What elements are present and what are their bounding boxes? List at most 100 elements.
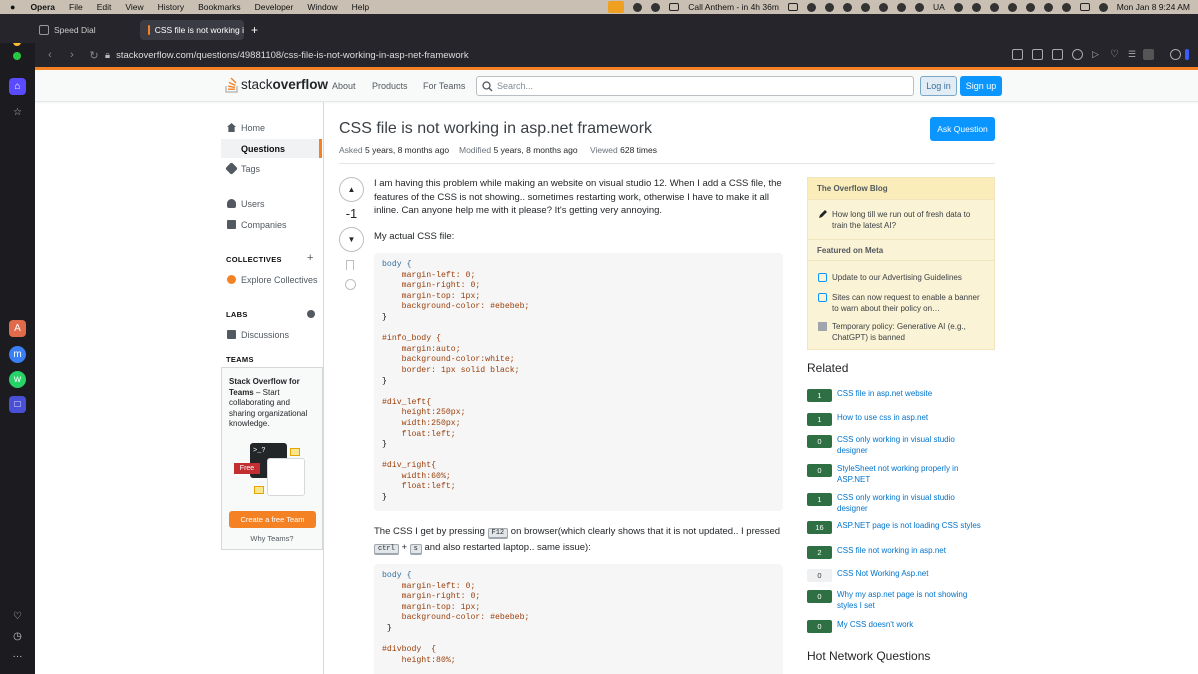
modified-value[interactable]: 5 years, 8 months ago <box>494 145 578 155</box>
bluetooth-icon[interactable] <box>1007 2 1017 12</box>
zoom-window-button[interactable] <box>13 52 21 60</box>
profile-icon[interactable] <box>1143 49 1154 60</box>
whatsapp-icon[interactable]: w <box>9 371 26 388</box>
bookmark-icon[interactable] <box>346 260 354 270</box>
leftnav-companies[interactable]: Companies <box>221 215 322 234</box>
play-icon[interactable] <box>1043 2 1053 12</box>
home-icon[interactable]: ⌂ <box>9 78 26 95</box>
add-icon[interactable]: + <box>307 252 313 264</box>
back-icon[interactable]: ‹ <box>43 49 57 61</box>
history-icon[interactable]: ◷ <box>9 628 26 645</box>
shield-icon[interactable] <box>1072 49 1083 60</box>
menu-file[interactable]: File <box>62 2 90 12</box>
mic-icon[interactable] <box>608 1 625 13</box>
question-title[interactable]: CSS file is not working in asp.net frame… <box>339 120 652 138</box>
downvote-button[interactable]: ▼ <box>339 227 364 252</box>
status-icon[interactable] <box>806 2 816 12</box>
code-line: margin-right: 0; <box>382 281 481 291</box>
nav-about[interactable]: About <box>332 81 356 91</box>
new-tab-button[interactable]: + <box>248 20 262 40</box>
related-link[interactable]: CSS Not Working Asp.net <box>837 569 987 580</box>
so-logo[interactable]: stack overflow <box>225 76 328 93</box>
audio-icon[interactable] <box>842 2 852 12</box>
menu-edit[interactable]: Edit <box>90 2 119 12</box>
send-icon[interactable]: ▷ <box>1092 49 1103 60</box>
battery-icon[interactable] <box>1079 3 1090 11</box>
signup-button[interactable]: Sign up <box>960 76 1002 96</box>
status-icon[interactable] <box>878 2 888 12</box>
status-icon[interactable] <box>860 2 870 12</box>
edit-icon[interactable] <box>1032 49 1043 60</box>
control-center-icon[interactable] <box>1098 2 1108 12</box>
related-link[interactable]: CSS only working in visual studio design… <box>837 493 987 514</box>
status-icon[interactable] <box>989 2 999 12</box>
menu-help[interactable]: Help <box>345 2 376 12</box>
related-link[interactable]: StyleSheet not working properly in ASP.N… <box>837 464 987 485</box>
input-language[interactable]: UA <box>933 2 945 12</box>
camera-icon[interactable] <box>1052 49 1063 60</box>
login-button[interactable]: Log in <box>920 76 957 96</box>
moon-icon[interactable] <box>1025 2 1035 12</box>
gear-icon[interactable] <box>824 2 834 12</box>
why-teams-link[interactable]: Why Teams? <box>222 534 322 543</box>
leftnav-explore-collectives[interactable]: Explore Collectives <box>221 270 322 289</box>
related-link[interactable]: How to use css in asp.net <box>837 413 987 424</box>
forward-icon[interactable]: › <box>65 49 79 61</box>
menu-bookmarks[interactable]: Bookmarks <box>191 2 248 12</box>
search-input[interactable]: Search... <box>476 76 914 96</box>
ask-question-button[interactable]: Ask Question <box>930 117 995 141</box>
audio-icon[interactable] <box>971 2 981 12</box>
status-icon[interactable] <box>651 2 661 12</box>
meta-link[interactable]: Sites can now request to enable a banner… <box>832 293 987 314</box>
history-icon[interactable] <box>345 279 356 290</box>
related-link[interactable]: CSS file not working in asp.net <box>837 546 987 557</box>
leftnav-questions[interactable]: Questions <box>221 139 322 158</box>
leftnav-home[interactable]: Home <box>221 118 322 137</box>
related-link[interactable]: CSS file in asp.net website <box>837 389 987 400</box>
url-field[interactable]: 🔒︎ stackoverflow.com/questions/49881108/… <box>105 45 1185 65</box>
menu-developer[interactable]: Developer <box>248 2 301 12</box>
menu-window[interactable]: Window <box>300 2 344 12</box>
menu-view[interactable]: View <box>118 2 150 12</box>
sidebar-toggle-icon[interactable] <box>1185 49 1189 60</box>
meta-link[interactable]: Temporary policy: Generative AI (e.g., C… <box>832 322 987 343</box>
messenger-icon[interactable]: m <box>9 346 26 363</box>
apple-icon[interactable]: ● <box>0 2 23 12</box>
related-link[interactable]: ASP.NET page is not loading CSS styles <box>837 521 987 532</box>
tab-css-question[interactable]: CSS file is not working i <box>140 20 244 40</box>
status-icon[interactable] <box>633 2 643 12</box>
clock[interactable]: Mon Jan 8 9:24 AM <box>1117 2 1190 12</box>
related-link[interactable]: Why my asp.net page is not showing style… <box>837 590 987 611</box>
leftnav-tags[interactable]: Tags <box>221 159 322 178</box>
app-icon[interactable]: □ <box>9 396 26 413</box>
aria-icon[interactable]: A <box>9 320 26 337</box>
more-icon[interactable]: ··· <box>9 648 26 665</box>
related-link[interactable]: My CSS doesn't work <box>837 620 987 631</box>
upvote-button[interactable]: ▲ <box>339 177 364 202</box>
reload-icon[interactable]: ↻ <box>87 49 101 62</box>
blog-link[interactable]: How long till we run out of fresh data t… <box>832 210 987 231</box>
status-icon[interactable] <box>896 2 906 12</box>
menu-history[interactable]: History <box>151 2 191 12</box>
extensions-icon[interactable] <box>1170 49 1181 60</box>
calendar-event[interactable]: Call Anthem - in 4h 36m <box>688 2 779 12</box>
leftnav-users[interactable]: Users <box>221 194 322 213</box>
menu-opera[interactable]: Opera <box>23 2 62 12</box>
meta-link[interactable]: Update to our Advertising Guidelines <box>832 273 987 284</box>
related-link[interactable]: CSS only working in visual studio design… <box>837 435 987 456</box>
menu-icon[interactable]: ☰ <box>1128 49 1139 60</box>
arrow-down-icon: ▼ <box>347 235 356 244</box>
reader-icon[interactable] <box>1012 49 1023 60</box>
nav-products[interactable]: Products <box>372 81 408 91</box>
create-team-button[interactable]: Create a free Team <box>229 511 316 528</box>
leftnav-discussions[interactable]: Discussions <box>221 325 322 344</box>
wifi-icon[interactable] <box>1061 2 1071 12</box>
tab-speed-dial[interactable]: Speed Dial <box>31 20 135 40</box>
heart-icon[interactable]: ♡ <box>1110 49 1121 60</box>
status-icon[interactable] <box>914 2 924 12</box>
nav-for-teams[interactable]: For Teams <box>423 81 465 91</box>
heart-icon[interactable]: ♡ <box>9 608 26 625</box>
info-icon[interactable] <box>307 310 315 318</box>
star-icon[interactable]: ☆ <box>9 104 26 121</box>
status-icon[interactable] <box>953 2 963 12</box>
